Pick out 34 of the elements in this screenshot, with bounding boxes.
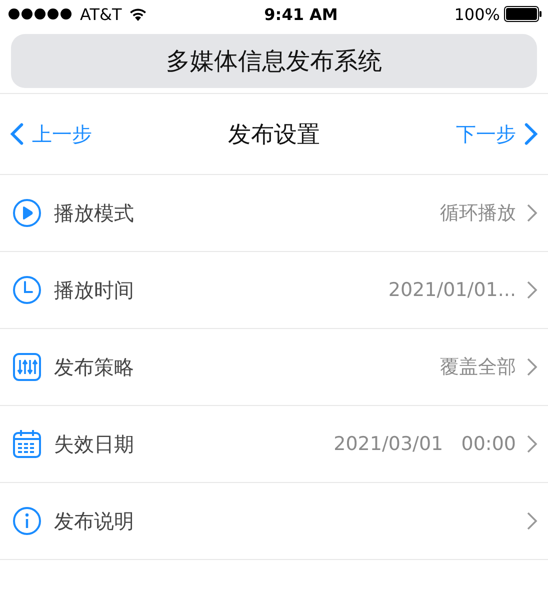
chevron-icon [526, 511, 538, 531]
row-value: 覆盖全部 [440, 355, 516, 380]
status-time: 9:41 AM [264, 4, 338, 24]
settings-row[interactable]: 失效日期 2021/03/01 00:00 [0, 406, 548, 483]
row-value: 2021/01/01... [388, 279, 516, 301]
row-value: 循环播放 [440, 201, 516, 226]
sliders-icon [12, 352, 42, 382]
settings-row[interactable]: 发布策略 覆盖全部 [0, 329, 548, 406]
battery-icon [504, 6, 542, 22]
row-label: 发布策略 [54, 354, 135, 380]
signal-icon [8, 8, 74, 20]
clock-icon [12, 275, 42, 305]
chevron-icon [526, 357, 538, 377]
chevron-icon [526, 280, 538, 300]
page-title: 发布设置 [228, 120, 320, 150]
back-chevron-icon [10, 122, 24, 146]
wifi-icon [128, 6, 148, 22]
row-label: 播放模式 [54, 200, 135, 226]
battery-percent: 100% [454, 4, 500, 24]
chevron-icon [526, 434, 538, 454]
app-title-bar: 多媒体信息发布系统 [11, 34, 537, 88]
forward-chevron-icon [524, 122, 538, 146]
chevron-icon [526, 203, 538, 223]
row-label: 播放时间 [54, 276, 135, 304]
settings-row[interactable]: 播放时间 2021/01/01... [0, 252, 548, 329]
settings-row[interactable]: 发布说明 [0, 483, 548, 560]
settings-row[interactable]: 播放模式 循环播放 [0, 175, 548, 252]
play-icon [12, 198, 42, 228]
row-value: 2021/03/01 00:00 [334, 433, 516, 455]
calendar-icon [12, 429, 42, 459]
row-label: 失效日期 [54, 430, 135, 458]
info-icon [12, 506, 42, 536]
row-label: 发布说明 [54, 508, 135, 534]
carrier-name: AT&T [80, 4, 122, 24]
